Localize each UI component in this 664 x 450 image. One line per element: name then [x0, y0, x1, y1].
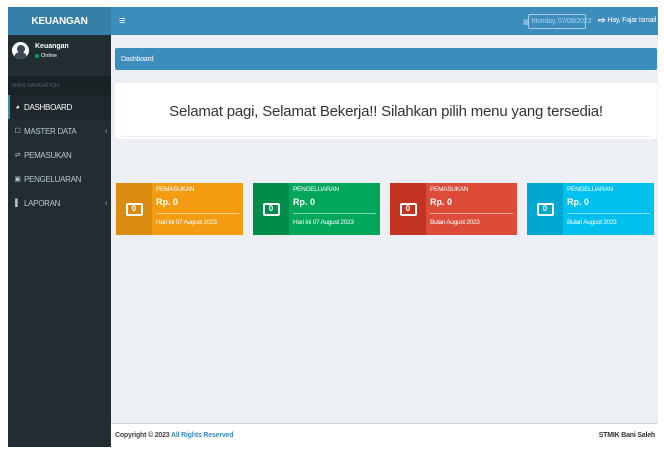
card-icon-area: 0 — [527, 183, 563, 235]
welcome-box: Selamat pagi, Selamat Bekerja!! Silahkan… — [115, 83, 657, 139]
sidebar-item-label: PENGELUARAN — [24, 174, 82, 184]
sidebar-toggle-icon[interactable]: ≡ — [119, 15, 125, 27]
card-label: PENGELUARAN — [293, 186, 339, 193]
copyright-text: Copyright © 2023 — [115, 432, 170, 439]
card-pengeluaran-today[interactable]: 0 PENGELUARAN Rp. 0 Hari Ini 07 August 2… — [253, 183, 380, 235]
sidebar-item-laporan[interactable]: ▌ LAPORAN ‹ — [8, 191, 111, 215]
exchange-icon: ⇄ — [14, 152, 21, 159]
sidebar-item-pemasukan[interactable]: ⇄ PEMASUKAN — [8, 143, 111, 167]
date-text: Monday, 07/08/2023 — [531, 18, 592, 25]
card-body: PEMASUKAN Rp. 0 Bulan August 2023 — [426, 183, 517, 235]
card-label: PEMASUKAN — [156, 186, 195, 193]
user-status-text: Online — [41, 53, 57, 59]
card-progress-bar — [567, 213, 650, 214]
sidebar-item-label: PEMASUKAN — [24, 150, 72, 160]
logout-icon: ⇨ — [598, 15, 606, 25]
card-progress-bar — [430, 213, 513, 214]
card-pemasukan-month[interactable]: 0 PEMASUKAN Rp. 0 Bulan August 2023 — [390, 183, 517, 235]
sidebar-header: MAIN NAVIGATION — [8, 76, 111, 95]
online-dot-icon — [35, 54, 39, 58]
avatar — [12, 42, 29, 59]
main-content: Dashboard Selamat pagi, Selamat Bekerja!… — [111, 35, 658, 447]
money-icon: ▣ — [14, 176, 21, 183]
divider — [121, 136, 651, 137]
sidebar-item-pengeluaran[interactable]: ▣ PENGELUARAN — [8, 167, 111, 191]
user-name: Keuangan — [35, 43, 69, 50]
date-display: ▦ Monday, 07/08/2023 — [523, 14, 591, 29]
sidebar-item-label: LAPORAN — [24, 198, 61, 208]
money-icon: 0 — [536, 202, 554, 216]
app-logo[interactable]: KEUANGAN — [8, 7, 111, 35]
card-body: PENGELUARAN Rp. 0 Bulan August 2023 — [563, 183, 654, 235]
dashboard-icon: ◕ — [15, 103, 20, 111]
footer: Copyright © 2023 All Rights Reserved STM… — [111, 423, 658, 447]
card-icon-area: 0 — [253, 183, 289, 235]
sidebar-item-dashboard[interactable]: ◕ DASHBOARD — [8, 95, 111, 119]
user-greeting[interactable]: ⇨ Hay, Fajar Ismail — [598, 15, 656, 26]
copyright: Copyright © 2023 All Rights Reserved — [115, 432, 234, 439]
copyright-link[interactable]: All Rights Reserved — [171, 432, 234, 439]
card-progress-bar — [293, 213, 376, 214]
card-value: Rp. 0 — [156, 197, 179, 207]
user-status: Online — [35, 53, 57, 59]
card-icon-area: 0 — [116, 183, 152, 235]
card-body: PENGELUARAN Rp. 0 Hari Ini 07 August 202… — [289, 183, 380, 235]
chevron-left-icon: ‹ — [104, 199, 107, 207]
card-body: PEMASUKAN Rp. 0 Hari Ini 07 August 2023 — [152, 183, 243, 235]
welcome-message: Selamat pagi, Selamat Bekerja!! Silahkan… — [169, 103, 603, 120]
card-description: Hari Ini 07 August 2023 — [156, 219, 217, 226]
card-progress-bar — [156, 213, 239, 214]
footer-brand: STMIK Bani Saleh — [598, 432, 656, 439]
card-pemasukan-today[interactable]: 0 PEMASUKAN Rp. 0 Hari Ini 07 August 202… — [116, 183, 243, 235]
card-description: Bulan August 2023 — [567, 219, 617, 226]
money-icon: 0 — [125, 202, 143, 216]
card-pengeluaran-month[interactable]: 0 PENGELUARAN Rp. 0 Bulan August 2023 — [527, 183, 654, 235]
top-navbar: ≡ ▦ Monday, 07/08/2023 ⇨ Hay, Fajar Isma… — [111, 7, 658, 35]
sidebar: Keuangan Online MAIN NAVIGATION ◕ DASHBO… — [8, 35, 111, 447]
money-icon: 0 — [399, 202, 417, 216]
summary-cards: 0 PEMASUKAN Rp. 0 Hari Ini 07 August 202… — [116, 183, 656, 235]
card-label: PEMASUKAN — [430, 186, 469, 193]
card-value: Rp. 0 — [293, 197, 316, 207]
card-value: Rp. 0 — [567, 197, 590, 207]
breadcrumb: Dashboard — [115, 48, 657, 70]
card-description: Hari Ini 07 August 2023 — [293, 219, 354, 226]
card-icon-area: 0 — [390, 183, 426, 235]
greeting-text: Hay, Fajar Ismail — [607, 17, 656, 24]
sidebar-item-master-data[interactable]: ☐ MASTER DATA ‹ — [8, 119, 111, 143]
folder-icon: ☐ — [14, 128, 21, 135]
chevron-left-icon: ‹ — [104, 127, 107, 135]
card-value: Rp. 0 — [430, 197, 453, 207]
card-label: PENGELUARAN — [567, 186, 613, 193]
sidebar-item-label: DASHBOARD — [24, 102, 72, 112]
card-description: Bulan August 2023 — [430, 219, 480, 226]
book-icon: ▌ — [15, 199, 20, 207]
app-window: KEUANGAN ≡ ▦ Monday, 07/08/2023 ⇨ Hay, F… — [8, 7, 658, 447]
calendar-icon: ▦ — [522, 18, 530, 26]
user-panel: Keuangan Online — [8, 35, 111, 76]
sidebar-item-label: MASTER DATA — [24, 126, 77, 136]
money-icon: 0 — [262, 202, 280, 216]
